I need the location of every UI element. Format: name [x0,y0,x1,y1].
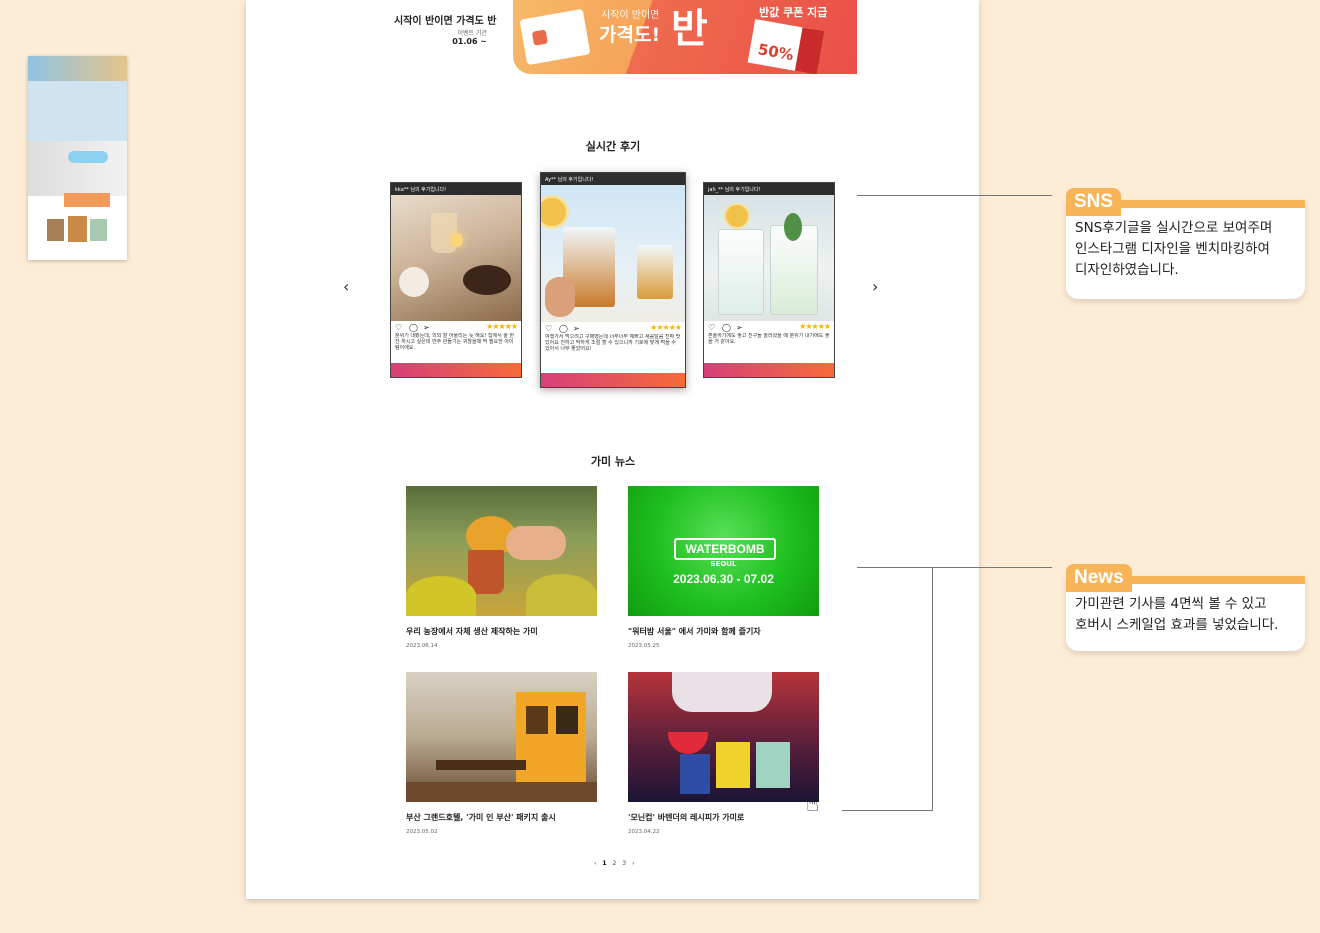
hand-cursor-icon: ☝ [806,792,820,817]
pager-prev[interactable]: ‹ [594,860,596,867]
review-post[interactable]: kka** 님의 후기입니다! ♡ ◯ ➢ ★★★★★ 분위기 내봤는데, 의외… [390,182,522,378]
post-username: kka** 님의 후기입니다! [391,183,521,195]
sns-note-line-3: 디자인하였습니다. [1075,262,1179,278]
banner-coupon-text: 반값 쿠폰 지급 [759,6,828,19]
post-username: jah_** 님의 후기입니다! [704,183,834,195]
news-image [628,672,819,802]
heart-icon[interactable]: ♡ [395,323,402,332]
banner-ban-text: 반 [671,6,708,52]
pagination: ‹ 1 2 3 › [592,860,636,867]
news-connector-line [857,567,1052,568]
news-date: 2023.05.02 [406,829,438,835]
news-card[interactable]: 우리 농장에서 자체 생산 제작하는 가미 2023.06.14 [406,486,597,649]
news-card[interactable]: WATERBOMB SEOUL 2023.06.30 - 07.02 "워터밤 … [628,486,819,649]
star-rating: ★★★★★ [486,322,518,331]
thumb-band [28,141,127,196]
news-caption: "워터밤 서울" 에서 가미와 함께 즐기자 [628,627,761,636]
post-gradient-bar [391,363,521,377]
sns-tag: SNS [1066,188,1122,216]
post-text: 여행가서 먹으려고 구매했는데 너무너무 예쁘고 새콤달콤 진짜 맛있어요 친하… [545,334,681,352]
banner-small-text: 시작이 반이면 [601,10,660,21]
thumb-post [68,216,87,242]
news-date: 2023.04.22 [628,829,660,835]
post-image [704,195,834,321]
news-note-line-2: 호버시 스케일업 효과를 넣었습니다. [1075,617,1279,633]
comment-icon[interactable]: ◯ [722,323,731,332]
waterbomb-logo: WATERBOMB [674,538,776,560]
pager-page-3[interactable]: 3 [622,860,626,867]
page-thumbnail [28,56,127,260]
post-username: Ay** 님의 후기입니다! [541,173,685,185]
review-post-active[interactable]: Ay** 님의 후기입니다! ♡ ◯ ➢ ★★★★★ 여행가서 먹으려고 구매했… [540,172,686,388]
news-card[interactable]: '모닌컵' 바텐더의 레시피가 가미로 2023.04.22 [628,672,819,835]
coupon-image: 50% [747,19,825,74]
star-rating: ★★★★★ [799,322,831,331]
thumb-banner [64,193,110,207]
reviews-title: 실시간 후기 [585,140,641,153]
send-icon[interactable]: ➢ [736,323,743,332]
news-card[interactable]: 부산 그랜드호텔, '가미 인 부산' 패키지 출시 2023.05.02 [406,672,597,835]
pager-page-1[interactable]: 1 [602,860,606,867]
thumb-post [47,219,64,241]
post-gradient-bar [541,373,685,387]
news-connector-vertical [932,567,933,810]
pager-next[interactable]: › [632,860,634,867]
waterbomb-dates: 2023.06.30 - 07.02 [673,572,774,586]
news-image: WATERBOMB SEOUL 2023.06.30 - 07.02 [628,486,819,616]
post-text: 분위기 내봤는데, 의외 잘 어울리는 듯 해요! 집에서 술 한잔 하시고 싶… [395,333,515,351]
news-connector-bottom [842,810,933,811]
heart-icon[interactable]: ♡ [545,324,552,333]
news-image [406,672,597,802]
news-date: 2023.06.14 [406,643,438,649]
pager-page-2[interactable]: 2 [612,860,616,867]
gift-card-image [519,8,591,66]
send-icon[interactable]: ➢ [423,323,430,332]
star-rating: ★★★★★ [650,323,682,332]
review-post[interactable]: jah_** 님의 후기입니다! ♡ ◯ ➢ ★★★★★ 혼술하기에도 좋고 친… [703,182,835,378]
chevron-left-icon[interactable]: ‹ [343,277,349,296]
news-note-line-1: 가미관련 기사를 4면씩 볼 수 있고 [1075,596,1267,612]
news-caption: 우리 농장에서 자체 생산 제작하는 가미 [406,627,538,636]
chevron-right-icon[interactable]: › [872,277,878,296]
news-caption: '모닌컵' 바텐더의 레시피가 가미로 [628,813,745,822]
heart-icon[interactable]: ♡ [708,323,715,332]
waterbomb-city: SEOUL [710,560,737,568]
post-image [391,195,521,321]
thumb-header [28,56,127,81]
news-annotation: News 가미관련 기사를 4면씩 볼 수 있고 호버시 스케일업 효과를 넣었… [1066,564,1305,651]
thumb-pill [68,151,108,163]
news-title: 가미 뉴스 [590,455,636,468]
sns-note-line-2: 인스타그램 디자인을 벤치마킹하여 [1075,241,1270,257]
news-caption: 부산 그랜드호텔, '가미 인 부산' 패키지 출시 [406,813,556,822]
comment-icon[interactable]: ◯ [409,323,418,332]
sns-note-line-1: SNS후기글을 실시간으로 보여주며 [1075,220,1273,236]
news-image [406,486,597,616]
event-banner[interactable]: 시작이 반이면 가격도! 반 반값 쿠폰 지급 50% [513,0,857,74]
news-tag: News [1066,564,1132,592]
event-date: 01.06 ~ [452,37,487,46]
event-period-label: 이벤트 기간 [457,30,487,37]
coupon-percent: 50% [756,40,796,65]
comment-icon[interactable]: ◯ [559,324,568,333]
post-gradient-bar [704,363,834,377]
post-text: 혼술하기에도 좋고 친구들 놀러왔을 때 분위기 내기에도 좋을 거 같아요. [708,333,830,345]
event-title: 시작이 반이면 가격도 반 [394,16,497,27]
thumb-hero [28,81,127,141]
sns-connector-line [857,195,1052,196]
banner-big-text: 가격도! [599,24,661,46]
sns-annotation: SNS SNS후기글을 실시간으로 보여주며 인스타그램 디자인을 벤치마킹하여… [1066,188,1305,299]
post-image [541,185,685,322]
send-icon[interactable]: ➢ [573,324,580,333]
news-date: 2023.05.25 [628,643,660,649]
page-canvas: 시작이 반이면 가격도 반 이벤트 기간 01.06 ~ 시작이 반이면 가격도… [246,0,979,899]
thumb-post [90,219,107,241]
